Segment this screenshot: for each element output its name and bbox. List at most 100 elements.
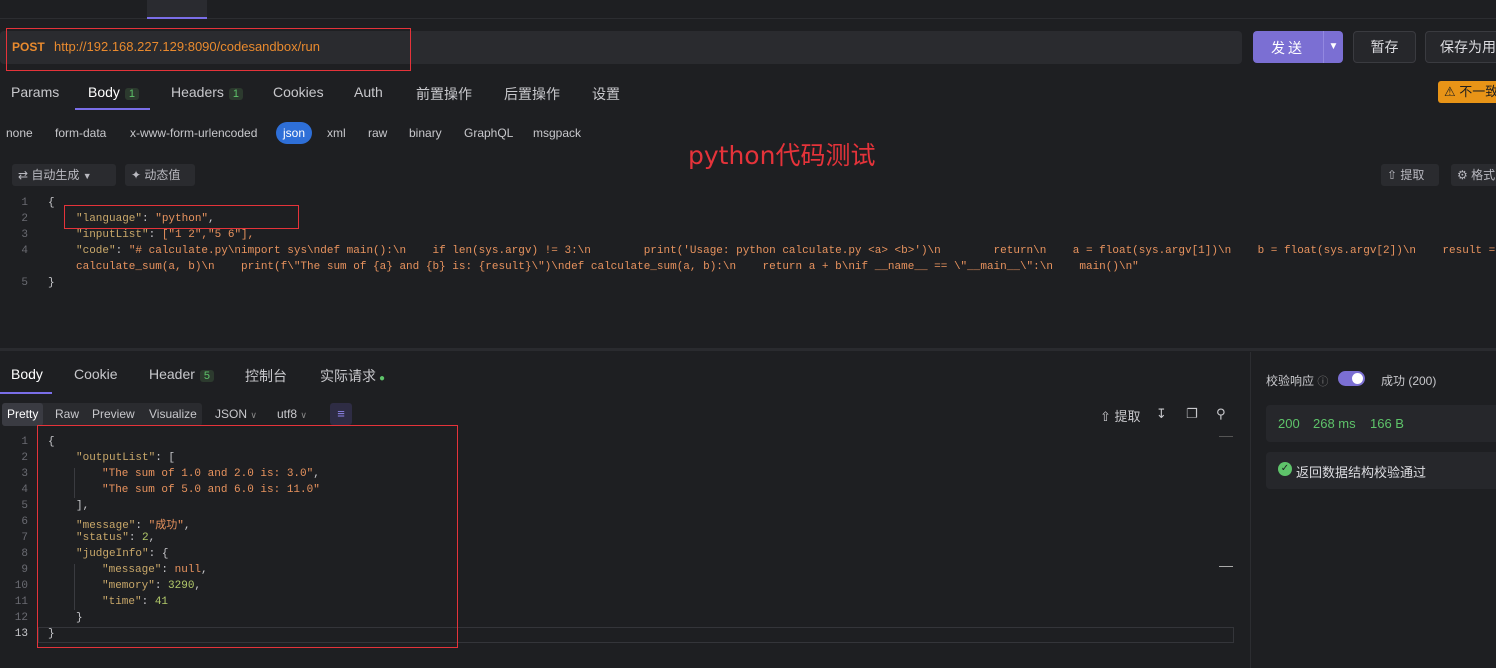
format-pretty[interactable]: Pretty: [2, 403, 44, 426]
send-label: 发送: [1271, 40, 1305, 56]
line-number: 1: [21, 436, 28, 448]
tab-post-actions[interactable]: 后置操作: [504, 84, 560, 104]
tab-console[interactable]: 控制台: [245, 366, 287, 386]
code-line-wrapped: calculate_sum(a, b)\n print(f\"The sum o…: [76, 261, 1139, 273]
status-dot-icon: ●: [379, 373, 386, 384]
search-icon[interactable]: ⚲: [1216, 406, 1226, 422]
json-key: "code": [76, 245, 116, 257]
tab-cookies[interactable]: Cookies: [273, 84, 324, 100]
body-type-none[interactable]: none: [6, 126, 33, 140]
body-type-form-data[interactable]: form-data: [55, 126, 106, 140]
chevron-down-icon[interactable]: ▼: [1323, 31, 1343, 63]
response-type-select[interactable]: JSON ∨: [210, 403, 262, 426]
line-number: 2: [21, 452, 28, 464]
format-label: 格式: [1471, 168, 1496, 182]
annotation-text: python代码测试: [688, 141, 876, 170]
encoding-select[interactable]: utf8 ∨: [272, 403, 312, 426]
tab-body[interactable]: Body 1: [88, 84, 140, 100]
line-number: 13: [14, 628, 28, 640]
auto-generate-button[interactable]: ⇄ 自动生成 ▼: [12, 164, 116, 186]
line-number: 11: [14, 596, 28, 608]
chevron-down-icon: ∨: [250, 410, 257, 420]
chevron-down-icon: ∨: [300, 410, 307, 420]
check-circle-icon: ✓: [1278, 462, 1292, 476]
json-string: ["1 2","5 6"],: [161, 229, 255, 241]
body-type-raw[interactable]: raw: [368, 126, 387, 140]
warning-icon: ⚠: [1444, 84, 1456, 99]
tab-body-label: Body: [88, 84, 120, 100]
tab-params[interactable]: Params: [11, 84, 59, 100]
encoding-value: utf8: [277, 407, 298, 421]
send-button[interactable]: 发送 ▼: [1253, 31, 1343, 63]
chevron-down-icon: ▼: [82, 171, 92, 181]
tab-auth[interactable]: Auth: [354, 84, 383, 100]
response-type-value: JSON: [215, 407, 248, 421]
scrollbar-marker[interactable]: [1219, 436, 1233, 437]
tab-headers[interactable]: Headers 1: [171, 84, 244, 100]
body-type-binary[interactable]: binary: [409, 126, 442, 140]
active-tab-indicator: [75, 108, 150, 110]
tab-body-badge: 1: [124, 88, 140, 100]
code-line: {: [48, 197, 55, 209]
line-number: 7: [21, 532, 28, 544]
tab-response-header-label: Header: [149, 366, 195, 382]
line-number: 5: [21, 500, 28, 512]
json-key: "inputList": [76, 229, 149, 241]
line-number: 4: [21, 484, 28, 496]
code-line: }: [48, 277, 55, 289]
wand-icon: ✦: [131, 168, 142, 182]
help-icon: ⓘ: [1317, 376, 1329, 388]
copy-icon[interactable]: ❐: [1186, 406, 1198, 422]
tab-response-header-badge: 5: [199, 370, 215, 382]
scrollbar-marker[interactable]: [1219, 566, 1233, 567]
extract-icon: ⇧: [1387, 168, 1398, 182]
body-type-graphql[interactable]: GraphQL: [464, 126, 513, 140]
tab-pre-actions[interactable]: 前置操作: [416, 84, 472, 104]
line-number: 3: [21, 229, 28, 241]
format-preview[interactable]: Preview: [87, 403, 140, 426]
tab-actual-request[interactable]: 实际请求 ●: [320, 366, 385, 386]
body-type-xml[interactable]: xml: [327, 126, 346, 140]
format-visualize[interactable]: Visualize: [144, 403, 202, 426]
tab-response-header[interactable]: Header 5: [149, 366, 215, 382]
highlight-box-response: [37, 425, 458, 648]
line-number: 5: [21, 277, 28, 289]
line-number: 4: [21, 245, 28, 257]
dynamic-value-label: 动态值: [144, 168, 181, 182]
tab-response-cookie[interactable]: Cookie: [74, 366, 118, 382]
extract-button[interactable]: ⇧ 提取: [1381, 164, 1439, 186]
swap-icon: ⇄: [18, 168, 29, 182]
tab-headers-badge: 1: [228, 88, 244, 100]
warning-badge[interactable]: ⚠ 不一致: [1438, 81, 1496, 103]
response-size: 166 B: [1370, 416, 1404, 431]
auto-generate-label: 自动生成: [31, 168, 80, 182]
line-number: 9: [21, 564, 28, 576]
line-number: 10: [14, 580, 28, 592]
response-extract-label: 提取: [1114, 409, 1141, 424]
top-tab-active[interactable]: [147, 0, 207, 19]
tab-settings[interactable]: 设置: [592, 84, 620, 104]
dynamic-value-button[interactable]: ✦ 动态值: [125, 164, 195, 186]
active-tab-indicator: [0, 392, 52, 394]
download-icon[interactable]: ↧: [1156, 406, 1167, 422]
pane-resize-handle[interactable]: [0, 348, 1496, 351]
response-extract-button[interactable]: ⇧ 提取: [1100, 406, 1141, 425]
validate-label-text: 校验响应: [1266, 374, 1315, 388]
line-number: 8: [21, 548, 28, 560]
format-raw[interactable]: Raw: [50, 403, 84, 426]
tab-response-body[interactable]: Body: [11, 366, 43, 382]
save-as-button[interactable]: 保存为用: [1425, 31, 1496, 63]
format-button[interactable]: ⚙ 格式: [1451, 164, 1496, 186]
body-type-msgpack[interactable]: msgpack: [533, 126, 581, 140]
tab-actual-request-label: 实际请求: [320, 368, 376, 384]
extract-icon: ⇧: [1100, 409, 1111, 424]
line-number: 6: [21, 516, 28, 528]
highlight-box-language: [64, 205, 299, 229]
save-button[interactable]: 暂存: [1353, 31, 1416, 63]
wrap-lines-icon[interactable]: ≡: [330, 403, 352, 425]
line-number: 2: [21, 213, 28, 225]
body-type-urlencoded[interactable]: x-www-form-urlencoded: [130, 126, 257, 140]
toggle-knob: [1352, 373, 1363, 384]
body-type-json[interactable]: json: [276, 122, 312, 144]
response-time: 268 ms: [1313, 416, 1356, 431]
